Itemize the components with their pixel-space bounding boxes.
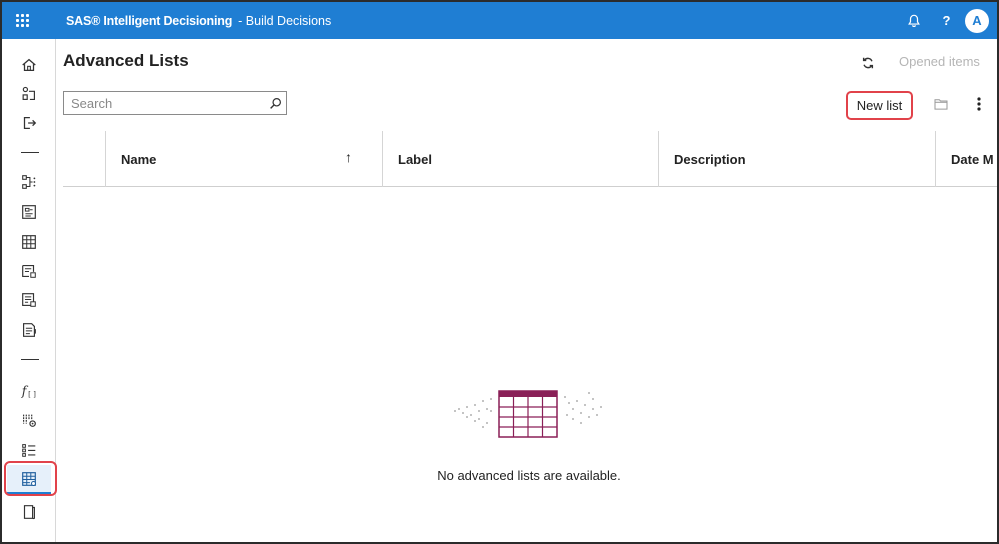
decisions-icon[interactable] bbox=[7, 168, 51, 196]
page-title: Advanced Lists bbox=[63, 51, 189, 70]
main-content: Advanced Lists Opened items New list Nam… bbox=[57, 39, 997, 542]
numbered-list-icon[interactable] bbox=[7, 436, 51, 464]
app-name: SAS® Intelligent Decisioning bbox=[66, 13, 233, 28]
side-navigation: f[ ] bbox=[2, 39, 57, 542]
more-options-icon[interactable] bbox=[968, 93, 990, 115]
documents-icon[interactable] bbox=[7, 498, 51, 526]
refresh-icon[interactable] bbox=[857, 52, 879, 74]
global-variables-icon[interactable] bbox=[7, 406, 51, 434]
select-all-column bbox=[63, 131, 105, 187]
top-bar: SAS® Intelligent Decisioning - Build Dec… bbox=[2, 2, 997, 39]
opened-items-button[interactable]: Opened items bbox=[899, 54, 980, 69]
app-launcher-icon[interactable] bbox=[2, 2, 42, 39]
column-header-label: Label bbox=[398, 151, 432, 167]
data-grid-icon[interactable] bbox=[7, 257, 51, 285]
code-files-icon[interactable] bbox=[7, 286, 51, 314]
lookup-tables-icon[interactable] bbox=[7, 228, 51, 256]
column-header-name[interactable]: Name ↑ bbox=[105, 131, 382, 187]
custom-functions-icon[interactable]: f[ ] bbox=[7, 377, 51, 405]
rule-sets-icon[interactable] bbox=[7, 198, 51, 226]
search-box bbox=[63, 91, 287, 115]
column-header-label-col[interactable]: Label bbox=[382, 131, 658, 187]
folder-icon[interactable] bbox=[930, 93, 952, 115]
manage-models-icon[interactable] bbox=[7, 80, 51, 108]
empty-table-illustration bbox=[454, 390, 602, 438]
column-header-date-modified[interactable]: Date M bbox=[935, 131, 997, 187]
sign-out-icon[interactable] bbox=[7, 109, 51, 137]
user-avatar[interactable]: A bbox=[965, 8, 989, 33]
search-icon[interactable] bbox=[264, 92, 286, 114]
section-name: - Build Decisions bbox=[238, 13, 332, 28]
rail-divider bbox=[21, 359, 39, 360]
column-header-label: Description bbox=[674, 151, 746, 167]
column-header-description[interactable]: Description bbox=[658, 131, 935, 187]
notifications-bell-icon[interactable] bbox=[897, 2, 930, 39]
treatments-icon[interactable] bbox=[7, 316, 51, 344]
new-list-button[interactable]: New list bbox=[846, 91, 913, 120]
table-header: Name ↑ Label Description Date M bbox=[63, 131, 997, 187]
help-button[interactable]: ? bbox=[930, 2, 963, 39]
column-header-label: Date M bbox=[951, 151, 994, 167]
app-window: SAS® Intelligent Decisioning - Build Dec… bbox=[0, 0, 999, 544]
empty-state-message: No advanced lists are available. bbox=[437, 468, 621, 483]
sort-ascending-icon[interactable]: ↑ bbox=[345, 149, 352, 165]
column-header-label: Name bbox=[121, 151, 157, 167]
highlight-advanced-lists bbox=[4, 461, 57, 496]
home-icon[interactable] bbox=[7, 51, 51, 79]
search-input[interactable] bbox=[64, 93, 264, 113]
svg-text:[ ]: [ ] bbox=[28, 389, 36, 398]
rail-divider bbox=[21, 152, 39, 153]
